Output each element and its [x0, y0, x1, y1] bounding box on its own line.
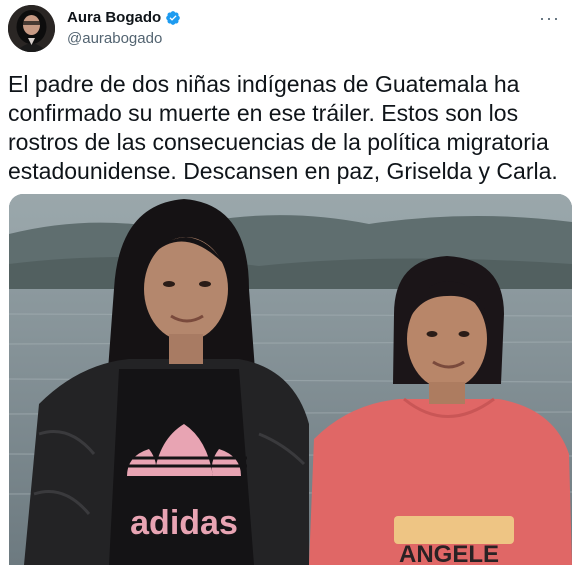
- author-name-row: Aura Bogado: [67, 9, 181, 26]
- more-options-icon[interactable]: ···: [539, 8, 560, 29]
- photo-two-girls: adidas ANGELE: [9, 194, 572, 565]
- author-display-name[interactable]: Aura Bogado: [67, 9, 161, 26]
- verified-badge-icon: [165, 10, 181, 26]
- shirt-left-text: adidas: [130, 504, 238, 542]
- avatar-photo: [8, 5, 55, 52]
- shirt-right-text: ANGELE: [399, 541, 499, 565]
- author-handle[interactable]: @aurabogado: [67, 30, 162, 47]
- tweet-card: Aura Bogado @aurabogado ··· El padre de …: [0, 0, 574, 565]
- tweet-photo[interactable]: adidas ANGELE: [9, 194, 572, 565]
- tweet-text: El padre de dos niñas indígenas de Guate…: [8, 71, 558, 184]
- author-avatar[interactable]: [8, 5, 55, 52]
